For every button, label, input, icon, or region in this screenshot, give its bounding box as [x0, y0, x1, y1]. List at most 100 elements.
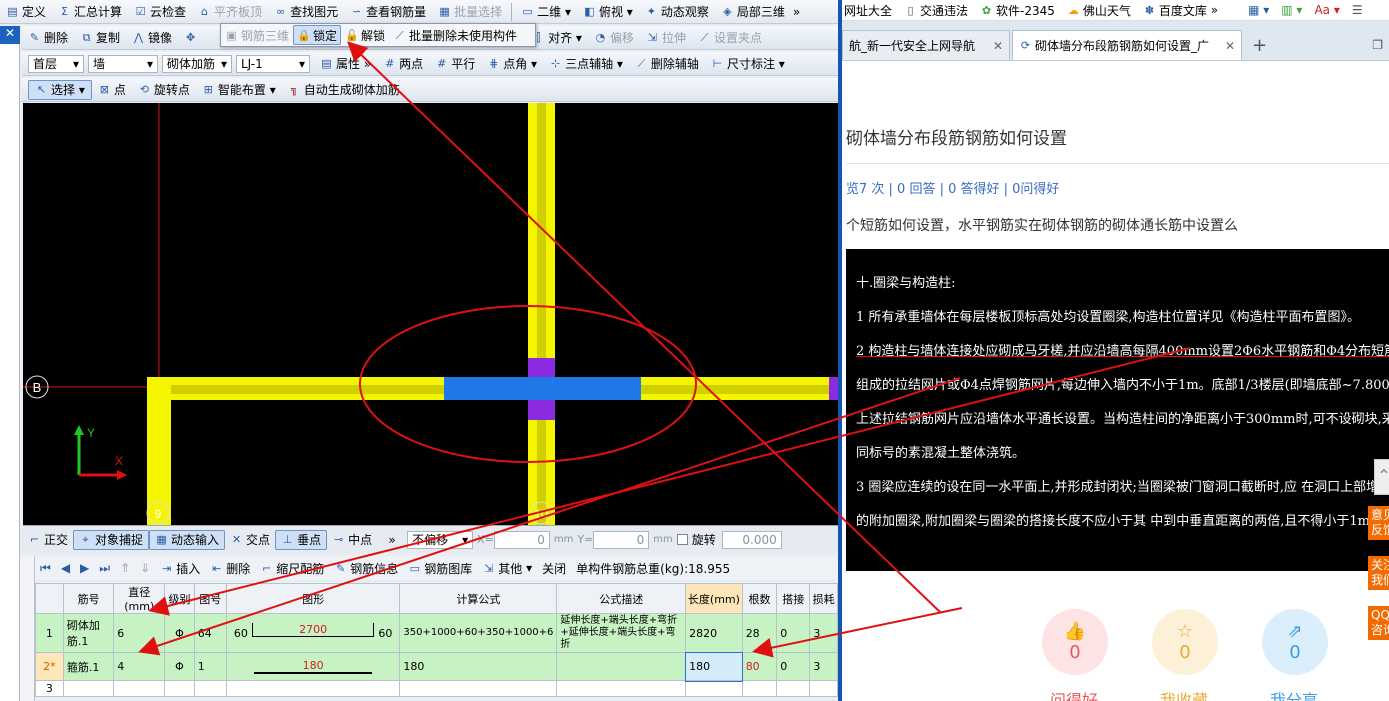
bookmark-1[interactable]: ▯ 交通违法 — [904, 2, 968, 19]
col-figure-no[interactable]: 图号 — [193, 583, 227, 614]
col-grade[interactable]: 级别 — [164, 583, 195, 614]
new-tab-button[interactable]: + — [1244, 30, 1275, 60]
reader-icon[interactable]: ▥ ▾ — [1281, 3, 1302, 17]
menu-batch-select[interactable]: ▦ 批量选择 — [432, 2, 508, 22]
x-input[interactable]: 0 — [493, 530, 550, 549]
col-count[interactable]: 根数 — [741, 583, 778, 614]
y-input[interactable]: 0 — [593, 530, 650, 549]
rebar-3d-button[interactable]: ▣ 钢筋三维 — [221, 27, 293, 44]
tab-article[interactable]: ⟳ 砌体墙分布段筋钢筋如何设置_广 ✕ — [1012, 30, 1242, 60]
ortho-button[interactable]: ⌐ 正交 — [23, 530, 73, 550]
table-row[interactable]: 1 砌体加筋.1 6 Φ 64 60 2700 60 350+1000+60+3… — [35, 613, 838, 653]
perpendicular-button[interactable]: ⊥ 垂点 — [275, 529, 328, 550]
menu-dynamic-view[interactable]: ✦ 动态观察 — [639, 2, 715, 22]
next-record-icon[interactable]: ▶ — [75, 561, 94, 575]
apps-icon[interactable]: ▦ ▾ — [1248, 3, 1269, 17]
set-grip-button[interactable]: ⟋ 设置夹点 — [692, 28, 768, 48]
smart-layout-button[interactable]: ⊞ 智能布置 ▾ — [196, 80, 282, 100]
col-loss[interactable]: 损耗 — [809, 583, 838, 614]
unlock-button[interactable]: 🔓 解锁 — [341, 27, 389, 44]
move-up-icon[interactable]: ⇑ — [115, 561, 135, 575]
insert-button[interactable]: ⇥ 插入 — [155, 560, 205, 577]
font-icon[interactable]: Aa ▾ — [1314, 3, 1339, 17]
col-formula[interactable]: 计算公式 — [399, 583, 558, 614]
code-select[interactable]: LJ-1 ▾ — [236, 54, 310, 73]
col-lap[interactable]: 搭接 — [776, 583, 811, 614]
menu-icon[interactable]: ☰ — [1352, 3, 1363, 17]
mirror-button[interactable]: ⋀ 镜像 — [126, 28, 178, 48]
table-row[interactable]: 3 — [35, 680, 838, 697]
midpoint-button[interactable]: ⊸ 中点 — [327, 530, 377, 550]
three-point-axis-button[interactable]: ⊹ 三点辅轴 ▾ — [543, 54, 629, 74]
lock-button[interactable]: 🔒 锁定 — [293, 25, 342, 45]
menu-local-3d[interactable]: ◈ 局部三维 — [715, 2, 791, 22]
col-length[interactable]: 长度(mm) — [685, 583, 743, 614]
menu-define[interactable]: ▤ 定义 — [0, 2, 52, 22]
bookmark-2[interactable]: ✿ 软件-2345 — [980, 2, 1055, 19]
grid-delete-button[interactable]: ⇤ 删除 — [205, 560, 255, 577]
drawing-canvas[interactable]: B 9 10 Y X — [23, 103, 838, 525]
back-to-top-icon[interactable]: ⌃ — [1374, 459, 1389, 495]
restore-tabs-icon[interactable]: ❐ — [1372, 30, 1389, 60]
prev-record-icon[interactable]: ◀ — [56, 561, 75, 575]
select-button[interactable]: ↖ 选择 ▾ — [28, 79, 92, 100]
bookmark-0[interactable]: 网址大全 — [844, 2, 892, 19]
delete-axis-button[interactable]: ⟋ 删除辅轴 — [629, 54, 705, 74]
close-icon[interactable]: ✕ — [1225, 39, 1235, 53]
offset-button[interactable]: ◔ 偏移 — [588, 28, 640, 48]
col-formula-desc[interactable]: 公式描述 — [556, 583, 687, 614]
move-down-icon[interactable]: ⇓ — [135, 561, 155, 575]
article-stats[interactable]: 览7 次 | 0 回答 | 0 答得好 | 0问得好 — [846, 178, 1389, 197]
menu-cloud-check[interactable]: ☑ 云检查 — [128, 2, 192, 22]
rebar-info-button[interactable]: ✎ 钢筋信息 — [329, 560, 403, 577]
col-shape[interactable]: 图形 — [225, 583, 401, 614]
intersection-button[interactable]: ✕ 交点 — [225, 530, 275, 550]
col-bar-no[interactable]: 筋号 — [62, 583, 115, 614]
rotate-point-button[interactable]: ⟲ 旋转点 — [132, 80, 196, 100]
follow-button[interactable]: 关注我们 — [1368, 556, 1389, 590]
qq-consult-button[interactable]: QQ咨询 — [1368, 606, 1389, 640]
close-icon[interactable]: ✕ — [0, 26, 20, 44]
floor-select[interactable]: 首层 ▾ — [28, 54, 84, 73]
offset-select[interactable]: 不偏移 ▾ — [407, 530, 474, 549]
delete-button[interactable]: ✎ 删除 — [22, 28, 74, 48]
type-select[interactable]: 墙 ▾ — [88, 54, 158, 73]
share-button[interactable]: ⇗ 0 — [1262, 609, 1328, 675]
point-button[interactable]: ⊠ 点 — [92, 80, 132, 100]
menu-top-view[interactable]: ◧ 俯视 ▾ — [577, 2, 639, 22]
scale-rebar-button[interactable]: ⌐ 缩尺配筋 — [255, 560, 329, 577]
properties-button[interactable]: ▤ 属性 » — [314, 54, 377, 74]
other-button[interactable]: ⇲ 其他 ▾ — [477, 560, 537, 577]
menu-2d[interactable]: ▭ 二维 ▾ — [515, 2, 577, 22]
rebar-library-button[interactable]: ▭ 钢筋图库 — [403, 560, 477, 577]
parallel-button[interactable]: # 平行 — [429, 54, 481, 74]
stretch-button[interactable]: ⇲ 拉伸 — [640, 28, 692, 48]
last-record-icon[interactable]: ⏭ — [94, 561, 115, 576]
more-icon[interactable]: » — [791, 2, 802, 22]
tab-navigation[interactable]: 航_新一代安全上网导航 ✕ — [842, 30, 1010, 60]
auto-generate-button[interactable]: ╗ 自动生成砌体加筋 — [282, 80, 406, 100]
dynamic-input-button[interactable]: ▦ 动态输入 — [149, 529, 226, 550]
bookmark-4[interactable]: ✽ 百度文库 » — [1143, 2, 1218, 19]
first-record-icon[interactable]: ⏮ — [35, 561, 56, 576]
move-button[interactable]: ✥ — [178, 28, 206, 48]
col-diameter[interactable]: 直径(mm) — [113, 583, 166, 614]
rotate-checkbox[interactable] — [676, 534, 688, 545]
object-snap-button[interactable]: ⌖ 对象捕捉 — [73, 529, 150, 550]
close-icon[interactable]: ✕ — [993, 39, 1003, 53]
two-point-button[interactable]: # 两点 — [377, 54, 429, 74]
subtype-select[interactable]: 砌体加筋 ▾ — [162, 54, 232, 73]
menu-summary-calc[interactable]: Σ 汇总计算 — [52, 2, 128, 22]
menu-find-element[interactable]: ∞ 查找图元 — [268, 2, 344, 22]
table-row[interactable]: 2* 箍筋.1 4 Φ 1 180 180 180 80 0 3 — [35, 651, 838, 682]
point-angle-button[interactable]: ⋕ 点角 ▾ — [481, 54, 543, 74]
bookmark-3[interactable]: ☁ 佛山天气 — [1067, 2, 1131, 19]
menu-view-rebar[interactable]: ∽ 查看钢筋量 — [344, 2, 432, 22]
grid-close-button[interactable]: 关闭 — [537, 560, 571, 577]
feedback-button[interactable]: 意见反馈 — [1368, 506, 1389, 540]
batch-delete-unused-button[interactable]: ⟋ 批量删除未使用构件 — [389, 27, 521, 44]
copy-button[interactable]: ⧉ 复制 — [74, 28, 126, 48]
favorite-button[interactable]: ☆ 0 — [1152, 609, 1218, 675]
menu-flush-slab-top[interactable]: ⌂ 平齐板顶 — [192, 2, 268, 22]
rotate-input[interactable]: 0.000 — [721, 530, 782, 549]
